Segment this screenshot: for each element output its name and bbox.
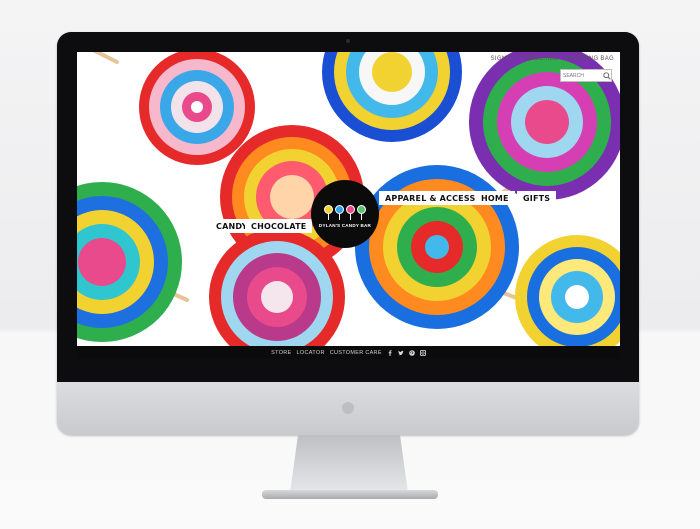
brand-name: DYLAN'S CANDY BAR xyxy=(318,222,372,228)
brand-logo[interactable]: DYLAN'S CANDY BAR xyxy=(311,180,379,248)
utility-nav: SIGN IN SUBSCRIBE SHOPPING BAG xyxy=(491,56,614,62)
monitor-chin xyxy=(57,382,639,435)
instagram-icon[interactable] xyxy=(419,349,426,356)
nav-home[interactable]: HOME xyxy=(475,191,515,205)
sign-in-link[interactable]: SIGN IN xyxy=(491,56,515,62)
search-box[interactable] xyxy=(560,69,612,82)
monitor-stand xyxy=(290,435,408,493)
camera xyxy=(346,39,350,43)
site-footer: STORE LOCATOR CUSTOMER CARE xyxy=(77,346,620,359)
apple-logo xyxy=(342,402,354,414)
pinterest-icon[interactable] xyxy=(409,349,415,356)
footer-customer-care-link[interactable]: CUSTOMER CARE xyxy=(330,350,382,356)
website-screen: SIGN IN SUBSCRIBE SHOPPING BAG CANDY CHO… xyxy=(77,52,620,346)
facebook-icon[interactable] xyxy=(387,349,393,356)
monitor-base xyxy=(262,490,438,499)
logo-lollipops xyxy=(324,204,366,220)
twitter-icon[interactable] xyxy=(398,350,404,356)
nav-chocolate[interactable]: CHOCOLATE xyxy=(245,219,313,233)
subscribe-link[interactable]: SUBSCRIBE xyxy=(521,56,558,62)
search-input[interactable] xyxy=(561,70,603,81)
search-icon[interactable] xyxy=(603,71,611,80)
shopping-bag-link[interactable]: SHOPPING BAG xyxy=(564,56,614,62)
nav-gifts[interactable]: GIFTS xyxy=(517,191,557,205)
footer-store-link[interactable]: STORE xyxy=(271,350,291,356)
footer-locator-link[interactable]: LOCATOR xyxy=(297,350,325,356)
